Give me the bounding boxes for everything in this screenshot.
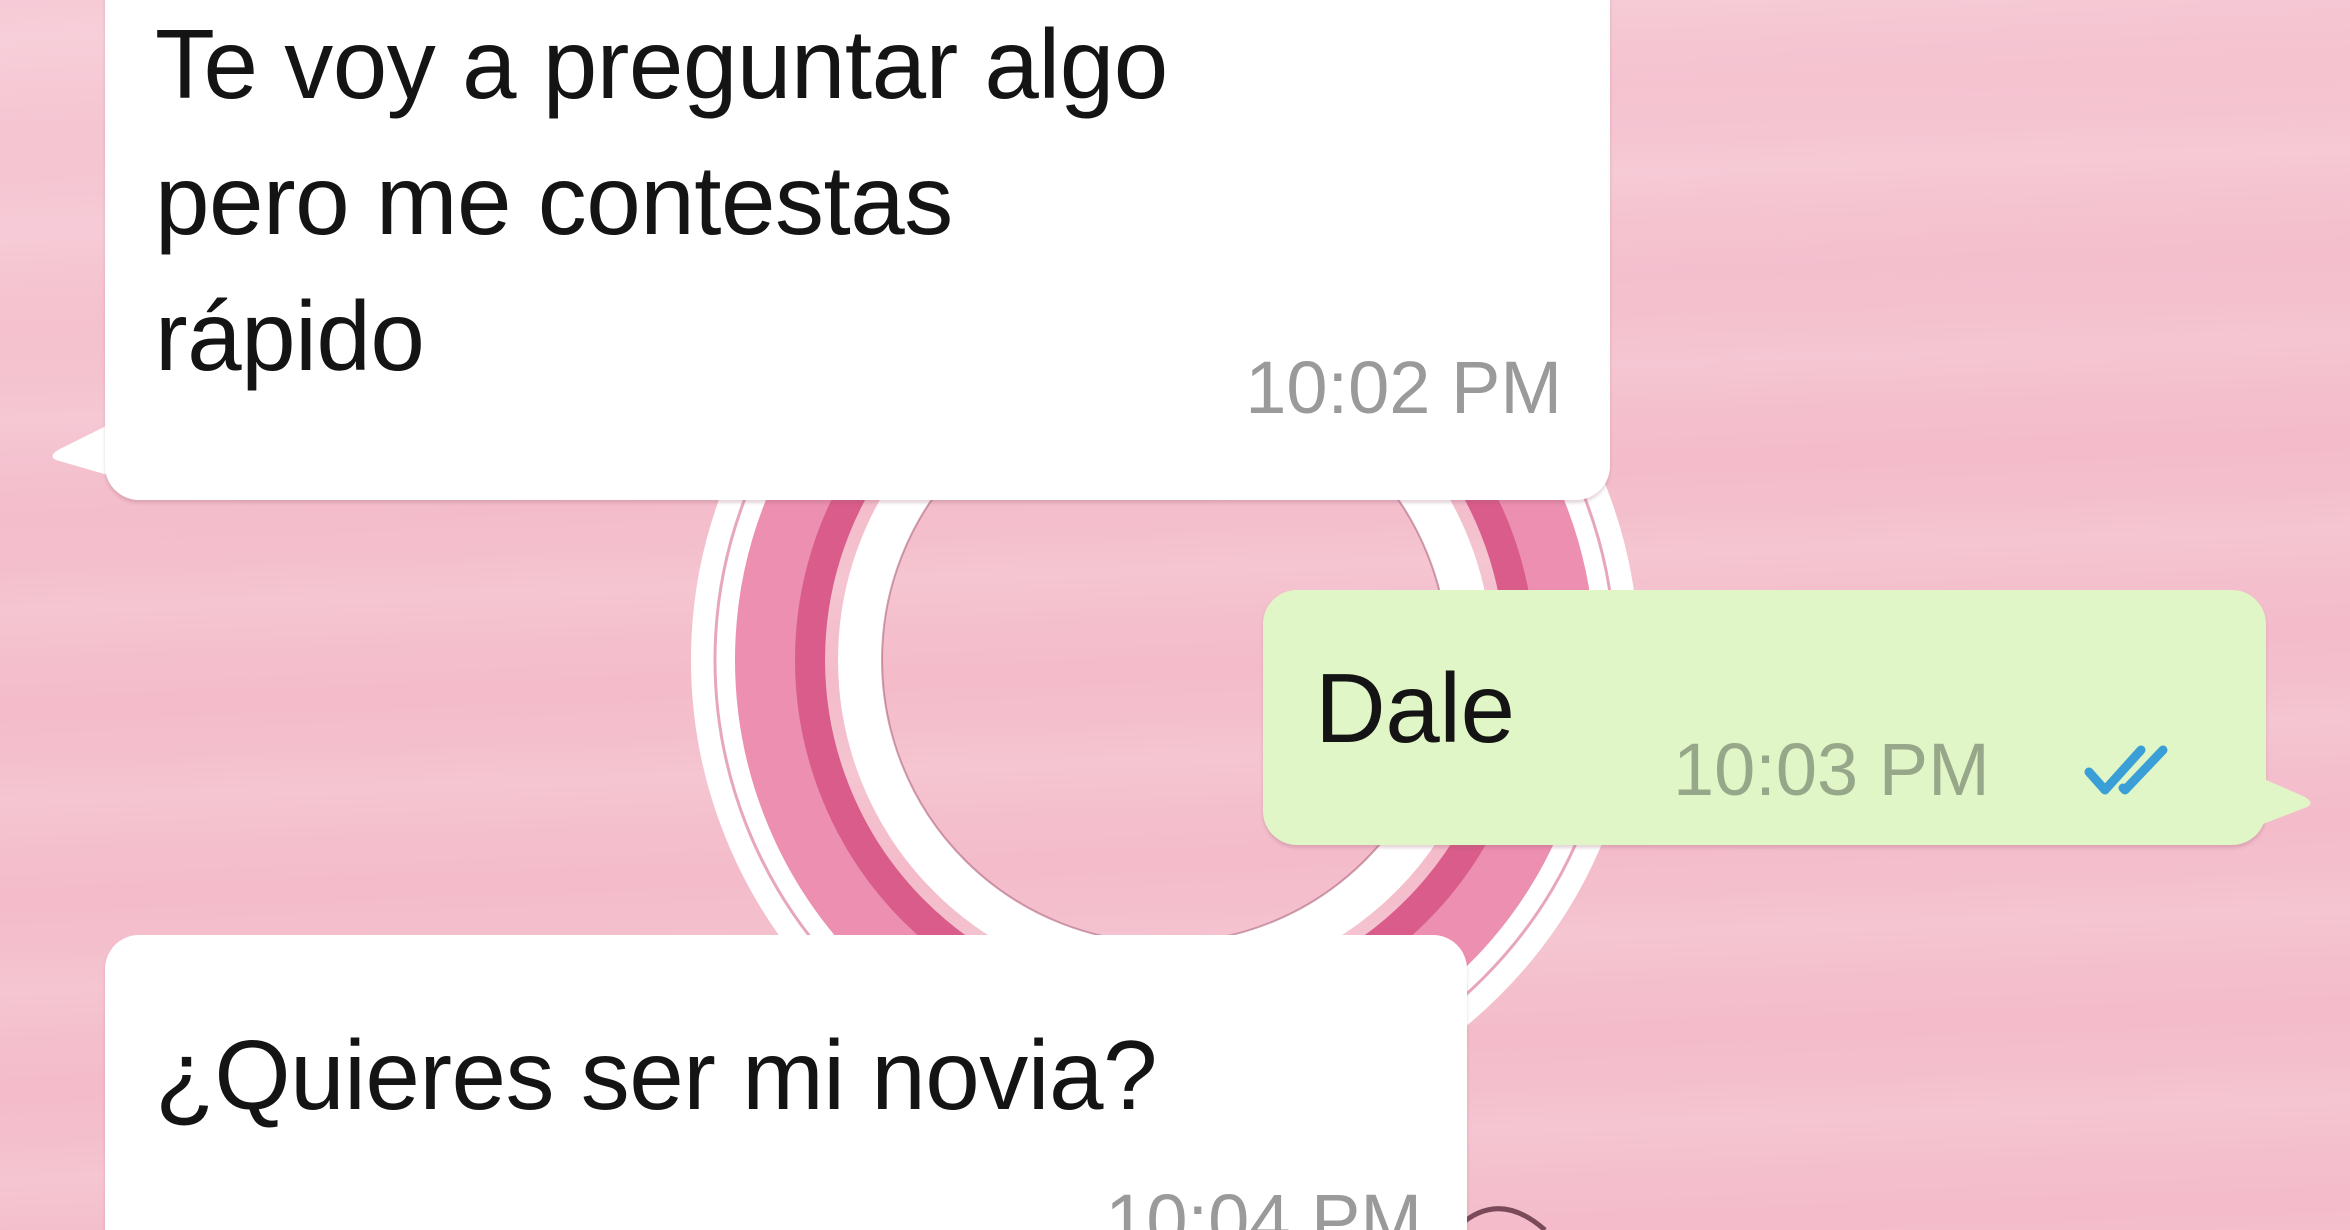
- message-text: Dale: [1315, 653, 1515, 763]
- double-check-icon: [2084, 745, 2168, 795]
- incoming-message-bubble[interactable]: Te voy a preguntar algo pero me contesta…: [105, 0, 1610, 500]
- message-text: ¿Quieres ser mi novia?: [155, 1020, 1158, 1130]
- outgoing-bubble-tail: [2255, 775, 2311, 827]
- incoming-message-bubble[interactable]: ¿Quieres ser mi novia? 10:04 PM: [105, 935, 1467, 1230]
- message-timestamp: 10:02 PM: [1245, 346, 1562, 429]
- message-text: Te voy a preguntar algo pero me contesta…: [155, 9, 1168, 391]
- outgoing-message-bubble[interactable]: Dale 10:03 PM: [1263, 590, 2266, 845]
- message-timestamp: 10:04 PM: [1105, 1179, 1422, 1230]
- message-timestamp: 10:03 PM: [1673, 728, 1990, 811]
